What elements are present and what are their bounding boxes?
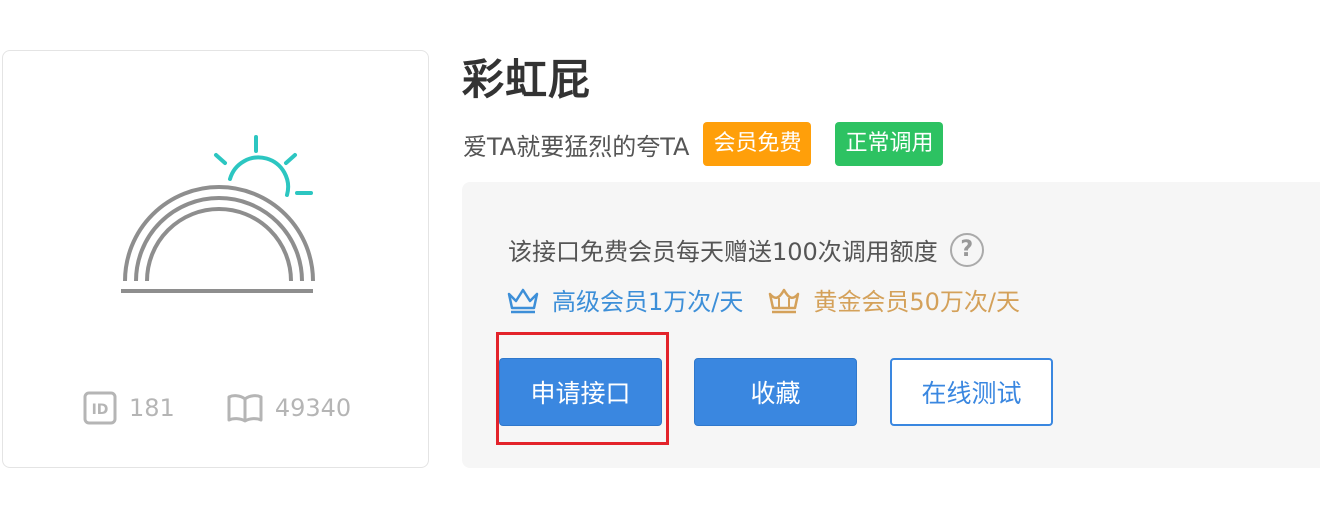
quota-note: 该接口免费会员每天赠送100次调用额度 ? bbox=[508, 232, 984, 267]
rainbow-sun-icon bbox=[121, 135, 315, 293]
member-free-badge: 会员免费 bbox=[703, 122, 812, 166]
tier-gold-label: 黄金会员50万次/天 bbox=[813, 288, 1020, 316]
api-subline: 爱TA就要猛烈的夸TA 会员免费 正常调用 bbox=[463, 122, 944, 166]
tier-gold[interactable]: 黄金会员50万次/天 bbox=[767, 282, 1020, 317]
help-icon[interactable]: ? bbox=[949, 232, 984, 267]
quota-note-text: 该接口免费会员每天赠送100次调用额度 bbox=[508, 238, 938, 266]
online-test-button[interactable]: 在线测试 bbox=[890, 358, 1053, 426]
open-book-icon bbox=[227, 394, 263, 423]
id-badge-icon: ID bbox=[83, 391, 117, 425]
apply-api-button[interactable]: 申请接口 bbox=[499, 358, 662, 426]
api-detail-page: ID 181 49340 彩虹屁 爱TA就要猛烈的夸TA 会员免费 正常调用 该… bbox=[0, 0, 1320, 516]
status-badge: 正常调用 bbox=[835, 122, 944, 166]
api-stats: ID 181 49340 bbox=[83, 391, 351, 425]
crown-outline-icon bbox=[507, 288, 539, 313]
api-info-panel: 该接口免费会员每天赠送100次调用额度 ? 高级会员1万次/天 黄金会员50万次… bbox=[462, 182, 1320, 468]
tier-senior[interactable]: 高级会员1万次/天 bbox=[506, 282, 743, 317]
crown-gold-icon bbox=[769, 288, 800, 313]
collect-button[interactable]: 收藏 bbox=[694, 358, 857, 426]
svg-text:ID: ID bbox=[92, 402, 109, 418]
api-title: 彩虹屁 bbox=[462, 55, 592, 104]
api-subtitle: 爱TA就要猛烈的夸TA bbox=[463, 132, 690, 161]
api-logo-card: ID 181 49340 bbox=[2, 50, 429, 468]
api-views-stat: 49340 bbox=[227, 393, 351, 423]
api-views-value: 49340 bbox=[274, 394, 352, 422]
tier-senior-label: 高级会员1万次/天 bbox=[552, 288, 744, 316]
membership-tiers: 高级会员1万次/天 黄金会员50万次/天 bbox=[506, 282, 1020, 317]
api-id-stat: ID 181 bbox=[83, 391, 175, 425]
api-id-value: 181 bbox=[129, 394, 175, 422]
